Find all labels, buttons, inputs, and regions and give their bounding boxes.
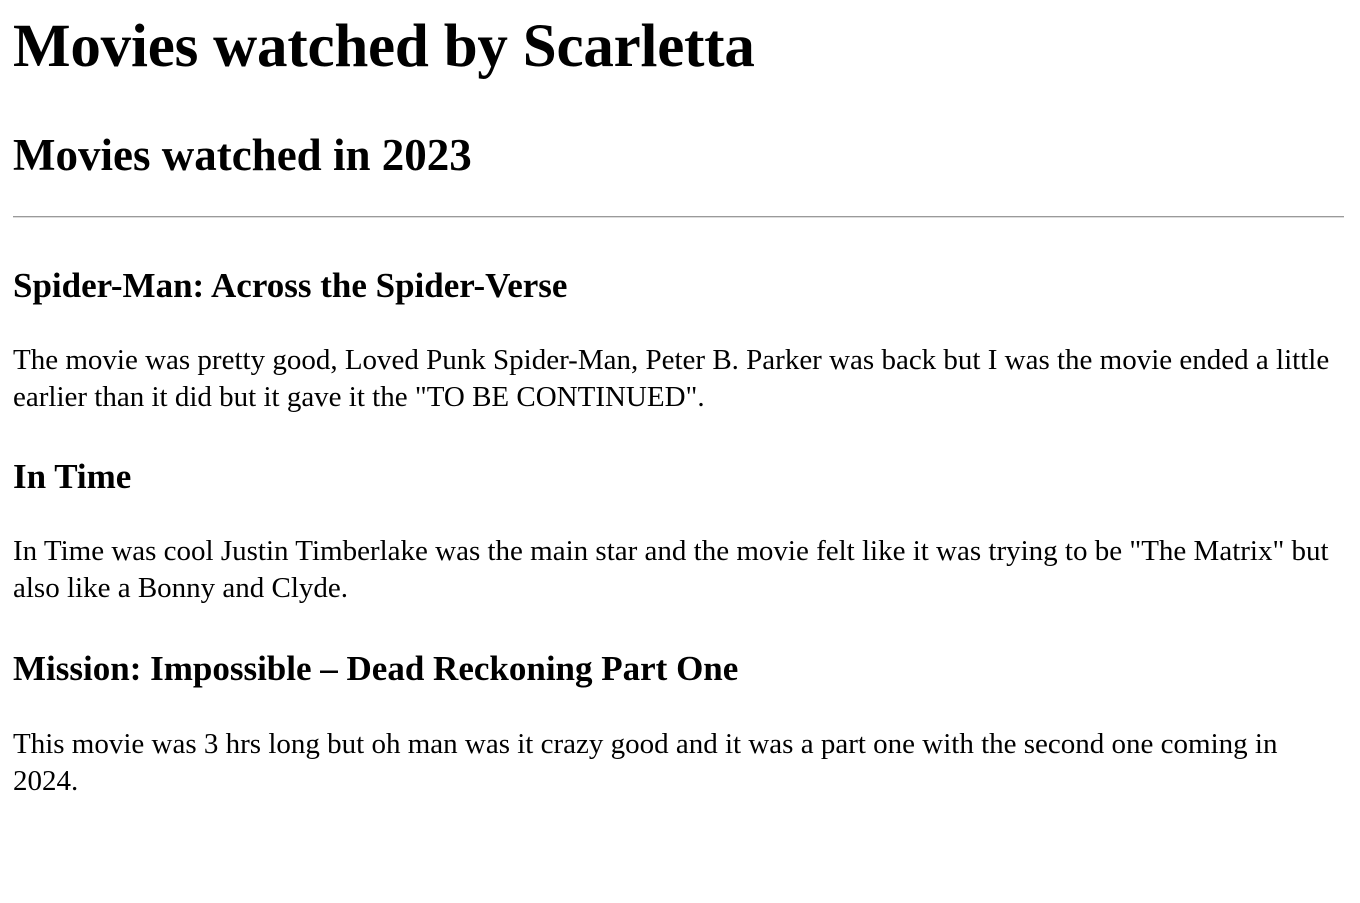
page-title: Movies watched by Scarletta xyxy=(13,13,755,80)
movie-entry: In Time In Time was cool Justin Timberla… xyxy=(13,455,1333,607)
movie-review: The movie was pretty good, Loved Punk Sp… xyxy=(13,344,1330,413)
page: Movies watched by Scarletta Movies watch… xyxy=(0,0,1360,903)
movie-entry: Mission: Impossible – Dead Reckoning Par… xyxy=(13,647,1333,800)
movie-title: In Time xyxy=(13,457,132,496)
movie-entry: Spider-Man: Across the Spider-Verse The … xyxy=(13,264,1333,416)
divider xyxy=(13,216,1344,218)
movie-title: Mission: Impossible – Dead Reckoning Par… xyxy=(13,649,739,688)
movie-title: Spider-Man: Across the Spider-Verse xyxy=(13,266,568,305)
movie-review: This movie was 3 hrs long but oh man was… xyxy=(13,728,1278,797)
section-title: Movies watched in 2023 xyxy=(13,130,472,180)
movie-review: In Time was cool Justin Timberlake was t… xyxy=(13,535,1329,604)
